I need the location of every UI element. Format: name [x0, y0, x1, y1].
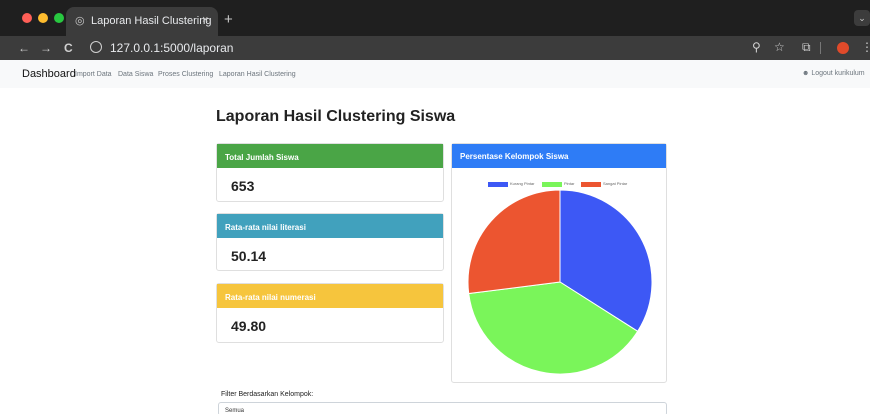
browser-address-bar: ← → C 127.0.0.1:5000/laporan ⚲ ☆ ⧉ ⋮: [0, 36, 870, 60]
legend-swatch: [581, 182, 601, 187]
chart-legend: Kurang Pintar Pintar Sangat Pintar: [488, 180, 638, 188]
forward-icon[interactable]: →: [40, 41, 52, 55]
legend-label: Sangat Pintar: [603, 181, 628, 186]
legend-label: Kurang Pintar: [510, 181, 535, 186]
logout-label: Logout kurikulum: [811, 70, 865, 77]
chart-card: Persentase Kelompok Siswa Kurang Pintar …: [451, 143, 667, 383]
url-text: 127.0.0.1:5000/laporan: [110, 41, 234, 55]
filter-label: Filter Berdasarkan Kelompok:: [221, 391, 314, 398]
site-info-icon[interactable]: [90, 41, 102, 53]
user-icon: ☻: [802, 70, 810, 77]
maximize-window-button[interactable]: [54, 13, 64, 23]
nav-link-proses-clustering[interactable]: Proses Clustering: [158, 71, 213, 78]
nav-link-data-siswa[interactable]: Data Siswa: [118, 71, 153, 78]
stat-card-header: Total Jumlah Siswa: [217, 144, 443, 168]
stat-card-value: 49.80: [231, 318, 267, 334]
extensions-icon[interactable]: ⧉: [802, 40, 811, 55]
nav-brand[interactable]: Dashboard: [22, 68, 76, 80]
close-window-button[interactable]: [22, 13, 32, 23]
legend-label: Pintar: [564, 181, 575, 186]
back-icon[interactable]: ←: [18, 41, 30, 55]
legend-swatch: [542, 182, 562, 187]
reload-icon[interactable]: C: [64, 41, 73, 55]
nav-link-laporan[interactable]: Laporan Hasil Clustering: [219, 71, 296, 78]
chart-card-header: Persentase Kelompok Siswa: [452, 144, 666, 168]
browser-tab-bar: ◎ Laporan Hasil Clustering × + ⌄: [0, 0, 870, 36]
tab-close-icon[interactable]: ×: [202, 14, 208, 26]
toolbar-divider: [820, 42, 821, 54]
stat-card-numerasi: Rata-rata nilai numerasi 49.80: [216, 283, 444, 343]
pie-slice-sangat-pintar[interactable]: [467, 189, 561, 295]
stat-card-literasi: Rata-rata nilai literasi 50.14: [216, 213, 444, 271]
stat-card-value: 653: [231, 178, 255, 194]
app-navbar: Dashboard Import Data Data Siswa Proses …: [0, 60, 870, 88]
bookmark-star-icon[interactable]: ☆: [774, 40, 785, 54]
zoom-icon[interactable]: ⚲: [752, 40, 761, 54]
stat-card-header: Rata-rata nilai literasi: [217, 214, 443, 238]
tab-list-icon[interactable]: ⌄: [854, 10, 870, 26]
legend-swatch: [488, 182, 508, 187]
filter-select[interactable]: Semua: [218, 402, 667, 414]
nav-link-import-data[interactable]: Import Data: [75, 71, 112, 78]
new-tab-button[interactable]: +: [224, 11, 233, 28]
minimize-window-button[interactable]: [38, 13, 48, 23]
browser-menu-icon[interactable]: ⋮: [861, 40, 870, 54]
filter-selected-value: Semua: [225, 408, 245, 414]
stat-card-value: 50.14: [231, 248, 267, 264]
logout-link[interactable]: ☻ Logout kurikulum: [802, 70, 865, 77]
tab-title: Laporan Hasil Clustering: [91, 15, 212, 27]
stat-card-header: Rata-rata nilai numerasi: [217, 284, 443, 308]
browser-tab[interactable]: ◎ Laporan Hasil Clustering ×: [66, 7, 218, 36]
stat-card-total-siswa: Total Jumlah Siswa 653: [216, 143, 444, 202]
url-input[interactable]: 127.0.0.1:5000/laporan: [84, 38, 704, 58]
extension-icon[interactable]: [837, 42, 849, 54]
page-title: Laporan Hasil Clustering Siswa: [216, 108, 456, 125]
globe-icon: ◎: [75, 15, 85, 27]
pie-chart: [467, 189, 653, 375]
